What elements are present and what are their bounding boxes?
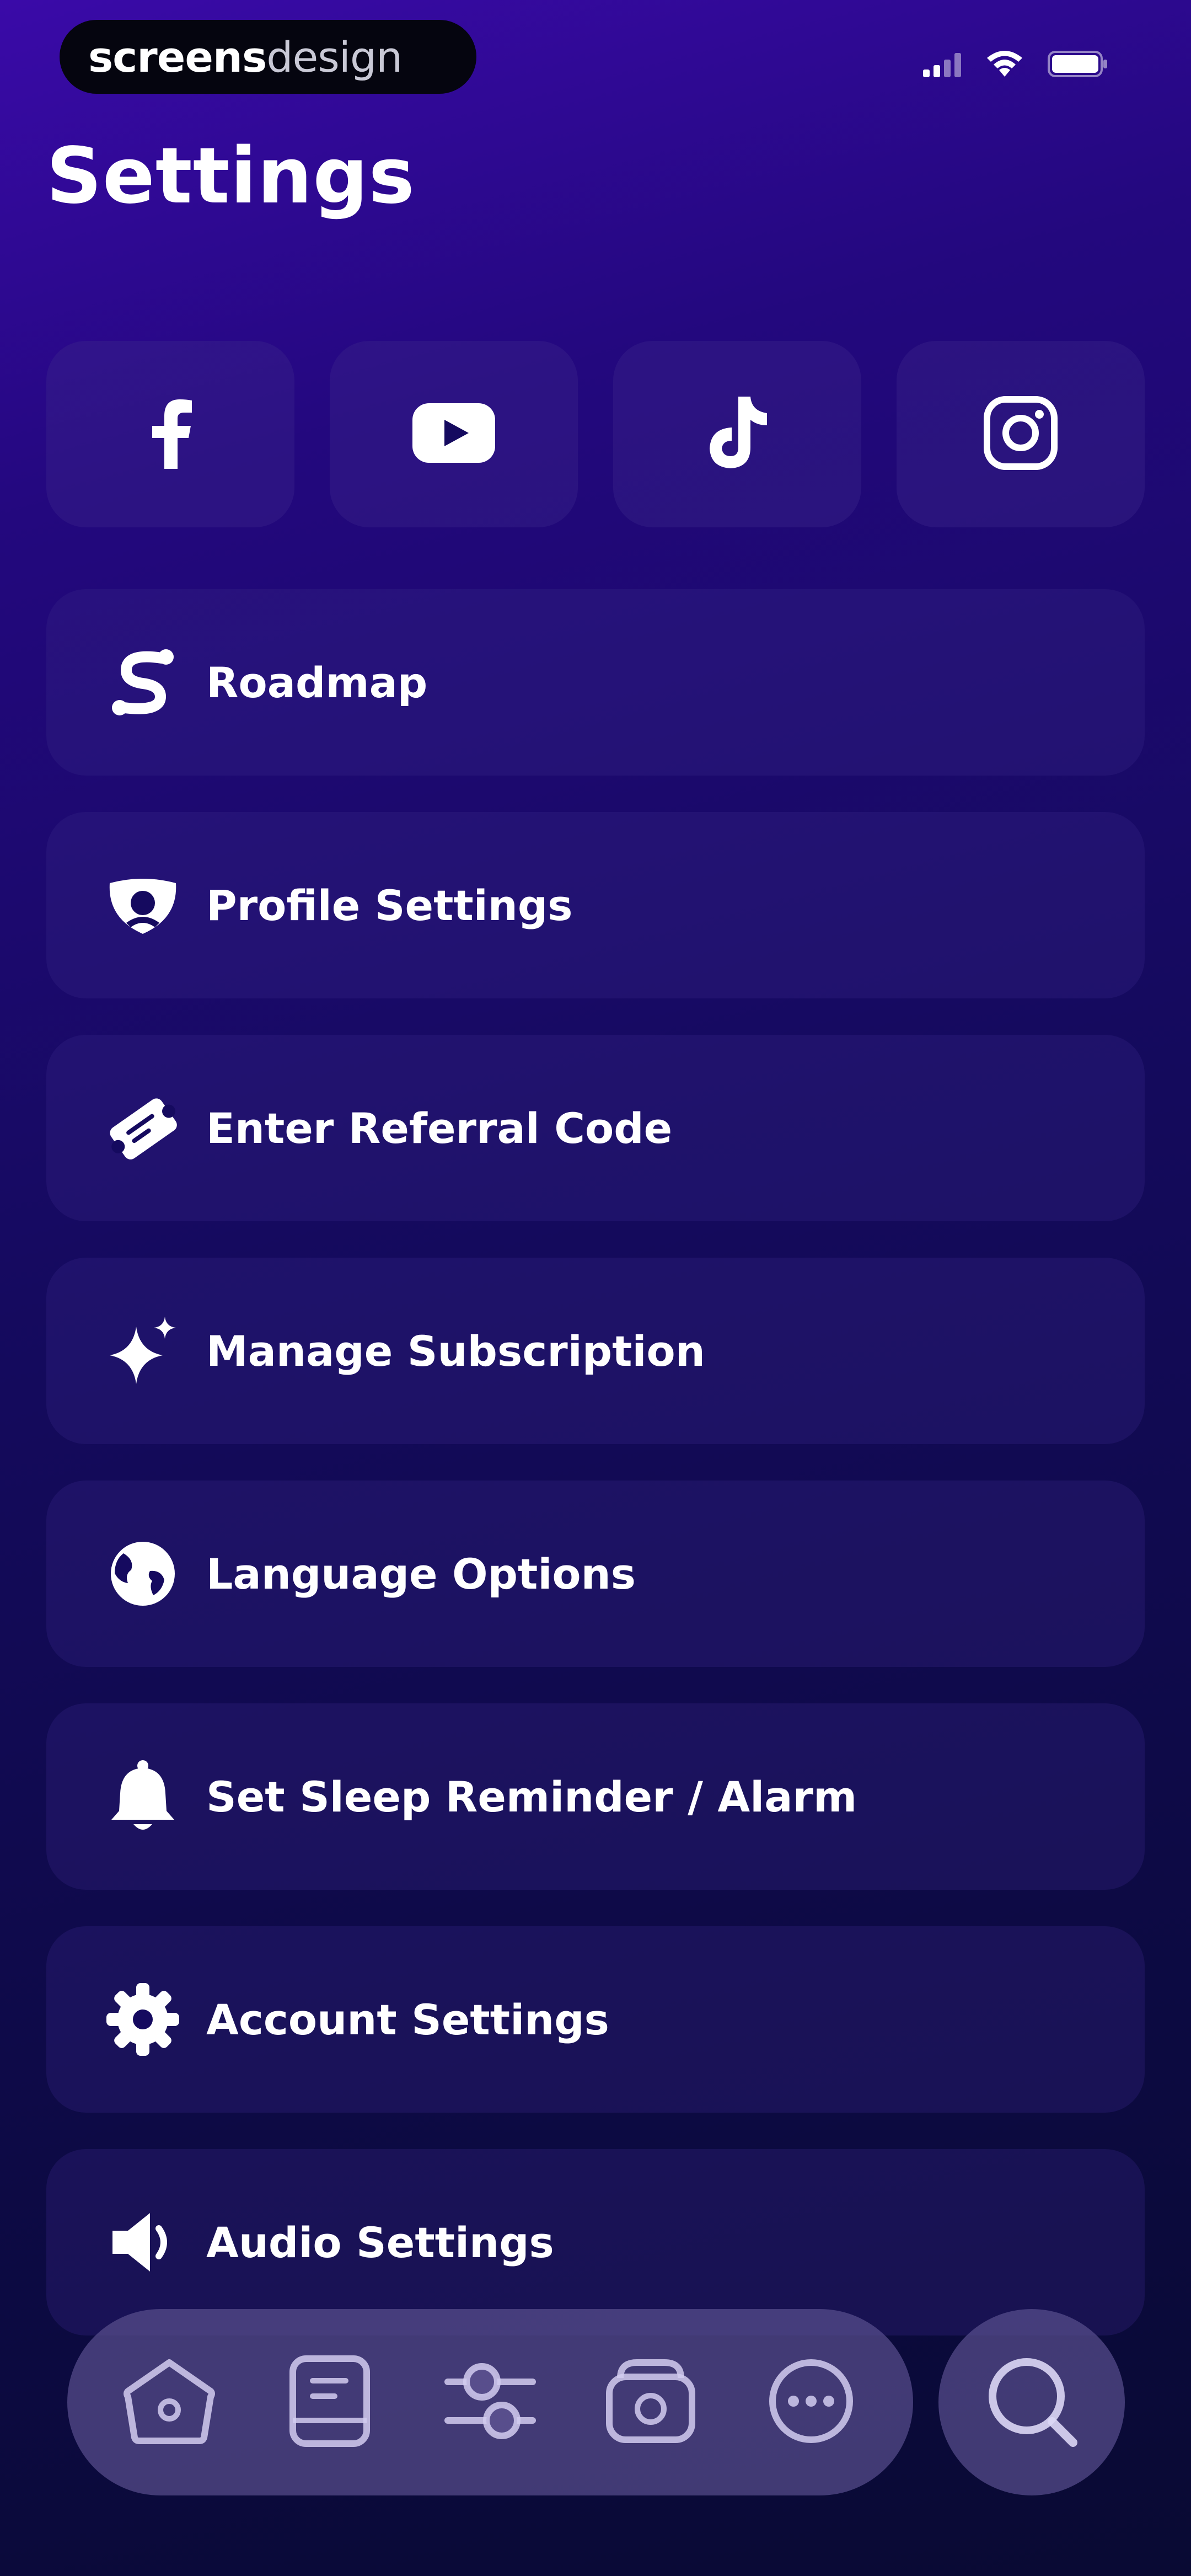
- menu-label-audio-settings: Audio Settings: [206, 2217, 554, 2267]
- home-icon: [122, 2357, 216, 2447]
- menu-item-referral-code[interactable]: Enter Referral Code: [46, 1035, 1145, 1221]
- brand-watermark: screens design: [60, 20, 476, 94]
- instagram-button[interactable]: [897, 341, 1145, 527]
- tiktok-button[interactable]: [613, 341, 861, 527]
- menu-item-sleep-reminder[interactable]: Set Sleep Reminder / Alarm: [46, 1703, 1145, 1890]
- tab-mixer[interactable]: [435, 2347, 545, 2457]
- menu-label-account-settings: Account Settings: [206, 1995, 609, 2044]
- roadmap-icon: [101, 641, 184, 724]
- search-button[interactable]: [938, 2309, 1125, 2495]
- youtube-icon: [412, 403, 495, 465]
- tab-library[interactable]: [275, 2347, 385, 2457]
- radio-icon: [604, 2357, 698, 2447]
- menu-label-language-options: Language Options: [206, 1549, 636, 1599]
- facebook-icon: [146, 397, 195, 471]
- search-icon: [985, 2354, 1079, 2450]
- bottom-tab-bar: [67, 2309, 913, 2495]
- menu-label-profile-settings: Profile Settings: [206, 880, 573, 930]
- menu-item-roadmap[interactable]: Roadmap: [46, 589, 1145, 776]
- tab-radio[interactable]: [596, 2347, 706, 2457]
- sliders-icon: [443, 2354, 537, 2450]
- tab-more[interactable]: [756, 2347, 866, 2457]
- menu-item-language-options[interactable]: Language Options: [46, 1481, 1145, 1667]
- more-icon: [767, 2357, 855, 2447]
- profile-icon: [101, 864, 184, 947]
- menu-label-sleep-reminder: Set Sleep Reminder / Alarm: [206, 1772, 857, 1821]
- menu-item-account-settings[interactable]: Account Settings: [46, 1926, 1145, 2113]
- battery-icon: [1048, 50, 1108, 81]
- status-icons: [923, 50, 1108, 81]
- brand-light-text: design: [266, 32, 403, 82]
- menu-label-referral-code: Enter Referral Code: [206, 1103, 673, 1153]
- referral-ticket-icon: [101, 1087, 184, 1169]
- sparkle-icon: [101, 1310, 184, 1392]
- menu-item-audio-settings[interactable]: Audio Settings: [46, 2149, 1145, 2335]
- social-links-row: [46, 341, 1145, 527]
- menu-item-manage-subscription[interactable]: Manage Subscription: [46, 1258, 1145, 1444]
- globe-icon: [101, 1532, 184, 1615]
- menu-label-roadmap: Roadmap: [206, 658, 428, 707]
- brand-strong-text: screens: [88, 32, 267, 82]
- instagram-icon: [984, 396, 1058, 472]
- settings-menu: Roadmap Profile Settings Enter Referral …: [46, 589, 1145, 2372]
- tiktok-icon: [704, 394, 770, 474]
- wifi-icon: [986, 50, 1023, 80]
- youtube-button[interactable]: [330, 341, 578, 527]
- library-icon: [288, 2354, 371, 2450]
- speaker-icon: [101, 2201, 184, 2284]
- menu-item-profile-settings[interactable]: Profile Settings: [46, 812, 1145, 998]
- page-title: Settings: [46, 131, 415, 221]
- gear-icon: [101, 1978, 184, 2061]
- tab-home[interactable]: [114, 2347, 224, 2457]
- menu-label-manage-subscription: Manage Subscription: [206, 1326, 705, 1376]
- cellular-signal-icon: [923, 51, 962, 79]
- facebook-button[interactable]: [46, 341, 294, 527]
- bell-icon: [101, 1755, 184, 1838]
